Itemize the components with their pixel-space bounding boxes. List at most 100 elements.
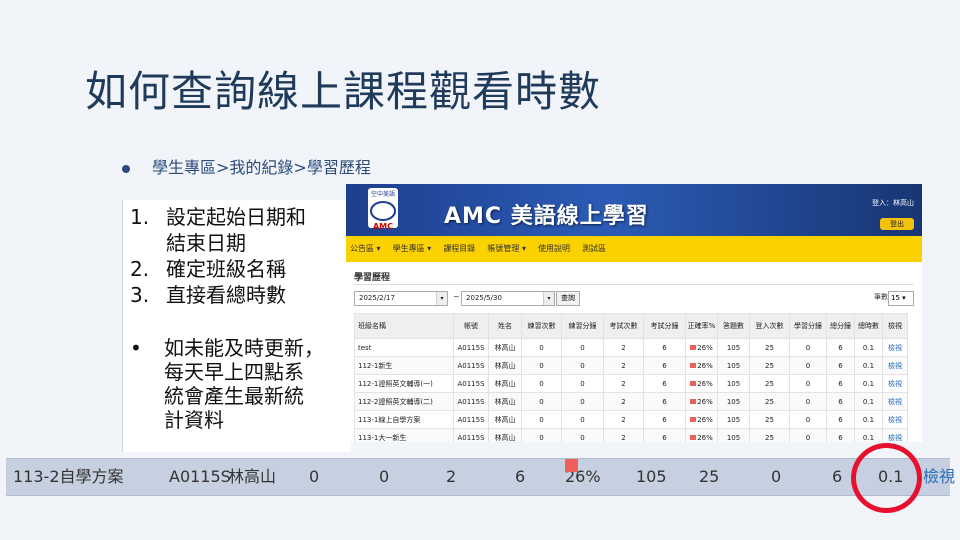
table-cell: 林高山 — [488, 374, 522, 393]
nav-item-announcements[interactable]: 公告區 ▾ — [350, 236, 381, 262]
table-row: 112-1新生 A0115S 林高山 0 0 2 6 26% 105 25 0 6 0.1 檢視 — [354, 356, 908, 375]
column-header: 姓名 — [488, 313, 522, 339]
view-link[interactable]: 檢視 — [882, 410, 908, 429]
step-1: 1. 設定起始日期和 — [130, 204, 306, 230]
table-cell: 0 — [789, 374, 827, 393]
accuracy-value: 26% — [697, 397, 713, 406]
view-link[interactable]: 檢視 — [923, 459, 955, 495]
view-link[interactable]: 檢視 — [882, 338, 908, 357]
nav-item-catalog[interactable]: 課程目錄 — [443, 236, 475, 262]
table-cell: 26% — [685, 374, 718, 393]
table-cell: 26% — [685, 356, 718, 375]
accuracy-bar-icon — [690, 345, 697, 350]
table-cell: 0.1 — [854, 338, 883, 357]
view-link[interactable]: 檢視 — [882, 392, 908, 411]
step-number: 2. — [130, 257, 150, 281]
query-button[interactable]: 查詢 — [556, 291, 580, 306]
breadcrumb-text: 學生專區>我的紀錄>學習歷程 — [152, 158, 371, 177]
divider — [354, 284, 914, 285]
end-date-select[interactable]: 2025/5/30 ▾ — [461, 291, 555, 306]
table-cell: 0 — [561, 338, 604, 357]
table-cell: 0 — [561, 374, 604, 393]
logout-button[interactable]: 登出 — [880, 218, 914, 230]
highlight-accuracy: 26% — [565, 459, 601, 495]
page-size-select[interactable]: 15 ▾ — [888, 291, 914, 306]
site-brand: AMC 美語線上學習 — [444, 204, 649, 229]
table-cell: 2 — [603, 428, 644, 442]
page-title: 學習歷程 — [354, 273, 391, 283]
table-row: 112-1證照英文輔導(一) A0115S 林高山 0 0 2 6 26% 105 25 0 6 0.1… — [354, 374, 908, 393]
view-link[interactable]: 檢視 — [882, 374, 908, 393]
nav-item-help[interactable]: 使用說明 — [538, 236, 570, 262]
table-cell: 0 — [789, 428, 827, 442]
nav-item-test[interactable]: 測試區 — [582, 236, 606, 262]
table-cell: 25 — [749, 428, 790, 442]
accuracy-bar-icon — [565, 459, 578, 472]
highlight-cell: 2 — [446, 467, 457, 486]
table-cell: 2 — [603, 392, 644, 411]
accuracy-value: 26% — [697, 361, 713, 370]
highlighted-row: 113-2自學方案 A0115S 林高山 0 0 2 6 26% 105 25 0 6 0.1 檢視 — [6, 458, 955, 496]
history-table: 班級名稱 帳號 姓名 練習次數 練習分鐘 考試次數 考試分鐘 正確率% 答題數 登入次數 學習分鐘總… — [354, 313, 908, 442]
table-cell: 林高山 — [488, 338, 522, 357]
chevron-down-icon: ▾ — [436, 292, 447, 305]
accuracy-value: 26% — [697, 379, 713, 388]
table-cell: 0 — [789, 410, 827, 429]
table-cell: 林高山 — [488, 410, 522, 429]
column-header: 練習次數 — [521, 313, 562, 339]
table-cell: 26% — [685, 338, 718, 357]
nav-item-student[interactable]: 學生專區 ▾ — [393, 236, 432, 262]
column-header: 檢視 — [882, 313, 908, 339]
table-cell: 6 — [643, 392, 686, 411]
highlight-cell: 林高山 — [228, 467, 277, 486]
highlight-circle — [851, 443, 922, 513]
table-cell: 26% — [685, 428, 718, 442]
table-cell: 113-1線上自學方案 — [354, 410, 454, 429]
table-cell: 0.1 — [854, 392, 883, 411]
table-cell: 105 — [717, 374, 750, 393]
step-text: 直接看總時數 — [166, 283, 286, 307]
table-cell: 0 — [561, 392, 604, 411]
view-link[interactable]: 檢視 — [882, 356, 908, 375]
table-cell: 6 — [643, 428, 686, 442]
table-cell: 林高山 — [488, 428, 522, 442]
step-text: 設定起始日期和 — [166, 205, 306, 229]
table-cell: 6 — [826, 392, 855, 411]
accuracy-value: 26% — [697, 415, 713, 424]
column-header: 學習分鐘 — [789, 313, 827, 339]
table-row: 112-2證照英文輔導(二) A0115S 林高山 0 0 2 6 26% 105 25 0 6 0.1… — [354, 392, 908, 411]
table-cell: 6 — [826, 374, 855, 393]
table-cell: 2 — [603, 374, 644, 393]
highlight-cell: 6 — [515, 467, 526, 486]
steps-list: 1. 設定起始日期和 結束日期 2. 確定班級名稱 3. 直接看總時數 — [130, 204, 306, 308]
table-cell: 6 — [826, 356, 855, 375]
table-cell: 0.1 — [854, 410, 883, 429]
column-header: 登入次數 — [749, 313, 790, 339]
table-cell: 26% — [685, 392, 718, 411]
table-cell: 112-1新生 — [354, 356, 454, 375]
page-size-label: 筆數 — [874, 293, 888, 301]
step-3: 3. 直接看總時數 — [130, 282, 306, 308]
nav-item-account[interactable]: 帳號管理 ▾ — [487, 236, 526, 262]
column-header: 正確率% — [685, 313, 718, 339]
table-cell: A0115S — [453, 410, 489, 429]
start-date-select[interactable]: 2025/2/17 ▾ — [354, 291, 448, 306]
highlight-cell: 0 — [771, 467, 782, 486]
step-2: 2. 確定班級名稱 — [130, 256, 306, 282]
table-cell: 0 — [561, 356, 604, 375]
table-cell: A0115S — [453, 338, 489, 357]
column-header: 帳號 — [453, 313, 489, 339]
table-cell: 2 — [603, 356, 644, 375]
accuracy-bar-icon — [690, 417, 697, 422]
table-cell: 112-2證照英文輔導(二) — [354, 392, 454, 411]
user-label: 登入：林高山 — [872, 199, 914, 207]
highlight-cell: 25 — [699, 467, 720, 486]
highlight-cell: 0 — [379, 467, 390, 486]
amc-logo: 空中美語 AMC — [368, 188, 398, 231]
table-cell: 0 — [789, 392, 827, 411]
table-cell: 26% — [685, 410, 718, 429]
view-link[interactable]: 檢視 — [882, 428, 908, 442]
table-header-row: 班級名稱 帳號 姓名 練習次數 練習分鐘 考試次數 考試分鐘 正確率% 答題數 登入次數 學習分鐘總… — [354, 313, 908, 339]
accuracy-bar-icon — [690, 363, 697, 368]
logo-text: 空中美語 — [370, 191, 395, 198]
